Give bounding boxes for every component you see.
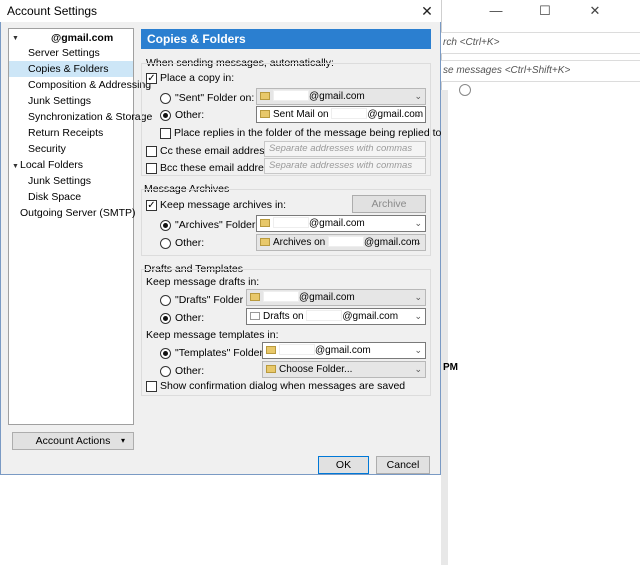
chevron-down-icon: ⌄ <box>414 237 422 247</box>
filter-hint: se messages <Ctrl+Shift+K> <box>443 65 571 76</box>
ok-button[interactable]: OK <box>318 456 369 474</box>
minimize-icon[interactable]: — <box>478 0 514 22</box>
window-close-icon[interactable]: ✕ <box>577 0 613 22</box>
sent-folder-label: "Sent" Folder on: <box>175 92 255 104</box>
tree-item-receipts[interactable]: Return Receipts <box>9 125 133 141</box>
folder-icon <box>260 238 270 246</box>
cc-checkbox[interactable] <box>146 146 157 157</box>
place-copy-checkbox[interactable]: ✓ <box>146 73 157 84</box>
redacted-mask <box>331 108 368 119</box>
tree-item-security[interactable]: Security <box>9 141 133 157</box>
cc-input[interactable]: Separate addresses with commas <box>264 141 426 157</box>
account-tree[interactable]: ▼ @gmail.com Server Settings Copies & Fo… <box>8 28 152 425</box>
sent-folder-combo[interactable]: @gmail.com ⌄ <box>256 88 426 105</box>
show-confirmation-label: Show confirmation dialog when messages a… <box>160 380 406 392</box>
sort-icon[interactable] <box>459 84 471 96</box>
folder-icon <box>250 293 260 301</box>
archives-other-radio[interactable] <box>160 238 171 249</box>
maximize-icon[interactable]: ☐ <box>527 0 563 22</box>
document-icon <box>250 312 260 320</box>
chevron-down-icon: ⌄ <box>414 218 422 228</box>
folder-icon <box>260 92 270 100</box>
tree-item-sync[interactable]: Synchronization & Storage <box>9 109 152 125</box>
close-icon[interactable]: ✕ <box>417 2 437 20</box>
redacted-mask <box>306 310 343 321</box>
redacted-mask <box>273 217 309 228</box>
chevron-down-icon: ⌄ <box>414 364 422 374</box>
background-filter-bar[interactable]: se messages <Ctrl+Shift+K> <box>441 60 640 82</box>
bcc-input[interactable]: Separate addresses with commas <box>264 158 426 174</box>
keep-archives-checkbox[interactable]: ✓ <box>146 200 157 211</box>
keep-drafts-label: Keep message drafts in: <box>146 276 260 288</box>
archives-folder-radio[interactable] <box>160 220 171 231</box>
tree-item-copies-folders[interactable]: Copies & Folders <box>9 61 133 77</box>
drafts-other-combo[interactable]: Drafts on @gmail.com ⌄ <box>246 308 426 325</box>
tree-item-local-junk[interactable]: Junk Settings <box>9 173 133 189</box>
chevron-down-icon: ⌄ <box>414 345 422 355</box>
folder-icon <box>266 346 276 354</box>
archives-folder-combo[interactable]: @gmail.com ⌄ <box>256 215 426 232</box>
redacted-mask <box>273 90 309 101</box>
templates-other-combo[interactable]: Choose Folder... ⌄ <box>262 361 426 378</box>
page-title: Copies & Folders <box>141 29 431 49</box>
archives-other-label: Other: <box>175 237 205 249</box>
dialog-title: Account Settings <box>7 4 98 18</box>
tree-item-disk-space[interactable]: Disk Space <box>9 189 133 205</box>
chevron-down-icon: ⌄ <box>414 292 422 302</box>
account-actions-label: Account Actions <box>35 435 111 447</box>
archive-options-button[interactable]: Archive options... <box>352 195 426 226</box>
templates-folder-radio[interactable] <box>160 348 171 359</box>
sent-other-label: Other: <box>175 109 205 121</box>
sent-other-combo[interactable]: Sent Mail on @gmail.com ⌄ <box>256 106 426 123</box>
drafts-other-label: Other: <box>175 312 205 324</box>
place-replies-checkbox[interactable] <box>160 128 171 139</box>
background-scroll-strip <box>441 90 448 565</box>
chevron-down-icon: ⌄ <box>414 311 422 321</box>
account-actions-button[interactable]: Account Actions ▾ <box>12 432 134 450</box>
keep-templates-label: Keep message templates in: <box>146 329 279 341</box>
folder-icon <box>266 365 276 373</box>
sent-folder-radio[interactable] <box>160 93 171 104</box>
templates-other-label: Other: <box>175 365 205 377</box>
tree-outgoing-server[interactable]: Outgoing Server (SMTP) <box>9 205 136 221</box>
sent-other-radio[interactable] <box>160 110 171 121</box>
place-copy-label: Place a copy in: <box>160 72 235 84</box>
drafts-folder-combo[interactable]: @gmail.com ⌄ <box>246 289 426 306</box>
redacted-mask <box>279 344 315 355</box>
tree-item-composition[interactable]: Composition & Addressing <box>9 77 151 93</box>
tree-account[interactable]: @gmail.com <box>51 30 131 46</box>
cancel-button[interactable]: Cancel <box>376 456 430 474</box>
chevron-down-icon: ⌄ <box>414 109 422 119</box>
folder-icon <box>260 219 270 227</box>
redacted-mask <box>263 291 299 302</box>
chevron-down-icon: ⌄ <box>414 91 422 101</box>
tree-local-folders[interactable]: Local Folders <box>9 157 133 173</box>
templates-folder-combo[interactable]: @gmail.com ⌄ <box>262 342 426 359</box>
bcc-checkbox[interactable] <box>146 163 157 174</box>
tree-item-server-settings[interactable]: Server Settings <box>9 45 133 61</box>
place-replies-label: Place replies in the folder of the messa… <box>174 127 442 139</box>
tree-item-junk[interactable]: Junk Settings <box>9 93 133 109</box>
background-search-bar[interactable]: rch <Ctrl+K> <box>441 32 640 54</box>
search-hint: rch <Ctrl+K> <box>443 37 500 48</box>
redacted-mask <box>328 236 365 247</box>
dropdown-arrow-icon: ▾ <box>120 436 125 445</box>
drafts-other-radio[interactable] <box>160 313 171 324</box>
templates-other-radio[interactable] <box>160 366 171 377</box>
keep-archives-label: Keep message archives in: <box>160 199 287 211</box>
show-confirmation-checkbox[interactable] <box>146 381 157 392</box>
message-time: PM <box>443 362 458 373</box>
drafts-folder-radio[interactable] <box>160 295 171 306</box>
collapse-caret-icon[interactable]: ▼ <box>12 35 19 42</box>
archives-other-combo[interactable]: Archives on @gmail.com ⌄ <box>256 234 426 251</box>
folder-icon <box>260 110 270 118</box>
